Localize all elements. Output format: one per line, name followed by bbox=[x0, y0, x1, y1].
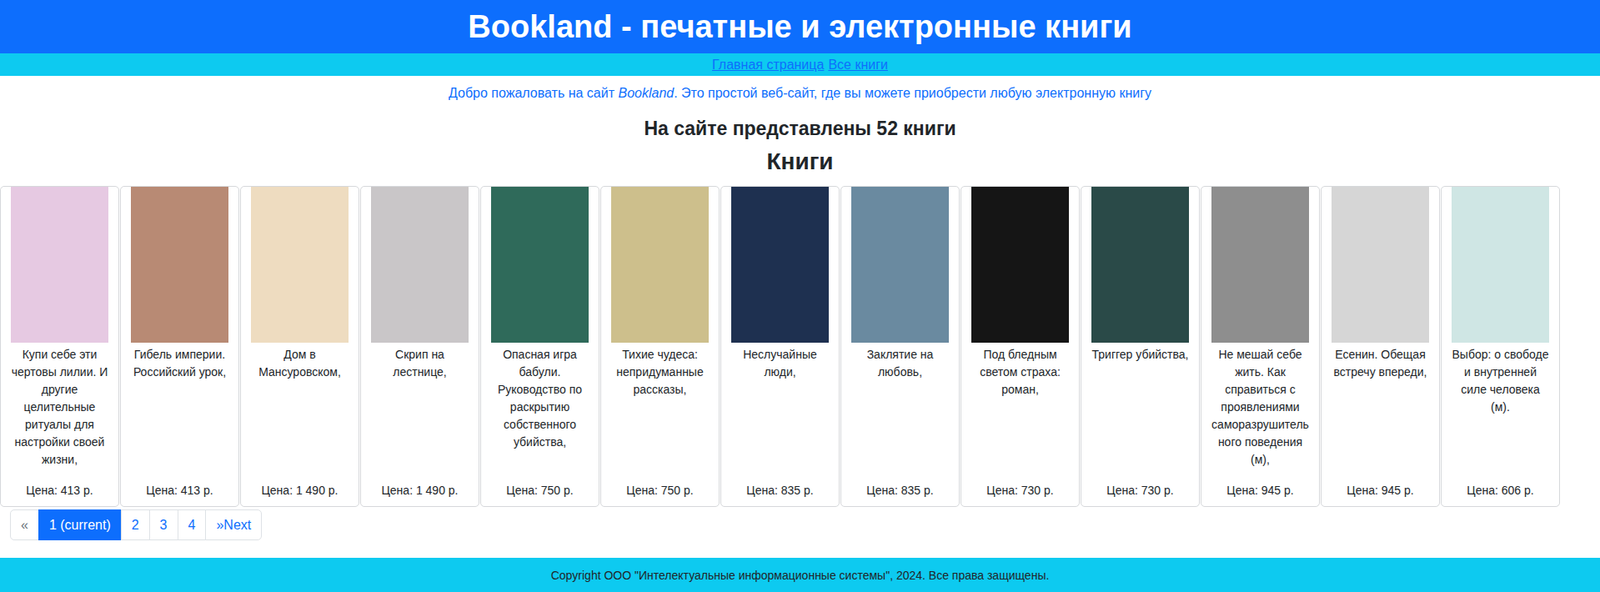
book-title: Скрип на лестнице, bbox=[371, 346, 469, 382]
copyright-text: Copyright ООО "Интелектуальные информаци… bbox=[551, 568, 1050, 582]
book-card[interactable]: Неслучайные люди, Цена: 835 р. bbox=[720, 185, 840, 507]
page-link[interactable]: 3 bbox=[149, 509, 179, 541]
book-price: Цена: 413 р. bbox=[25, 468, 93, 500]
page-link[interactable]: 1 (current) bbox=[38, 509, 122, 541]
book-list: Купи себе эти чертовы лилии. И другие це… bbox=[0, 185, 1600, 507]
book-card[interactable]: Дом в Мансуровском, Цена: 1 490 р. bbox=[240, 185, 360, 507]
book-cover[interactable] bbox=[10, 186, 109, 343]
book-price: Цена: 730 р. bbox=[986, 468, 1054, 500]
site-footer: Copyright ООО "Интелектуальные информаци… bbox=[0, 557, 1600, 592]
book-cover[interactable] bbox=[1211, 186, 1310, 343]
book-title: Неслучайные люди, bbox=[731, 346, 829, 382]
book-title: Под бледным светом страха: роман, bbox=[971, 346, 1069, 399]
book-card[interactable]: Опасная игра бабули. Руководство по раск… bbox=[480, 185, 600, 507]
welcome-brand: Bookland bbox=[617, 85, 674, 101]
nav-bar: Главная страницаВсе книги bbox=[0, 53, 1600, 76]
pagination: «1 (current)234»Next bbox=[10, 509, 1600, 541]
book-cover[interactable] bbox=[611, 186, 709, 343]
book-title: Заклятие на любовь, bbox=[851, 346, 949, 382]
book-title: Тихие чудеса: непридуманные рассказы, bbox=[611, 346, 709, 399]
book-card[interactable]: Скрип на лестнице, Цена: 1 490 р. bbox=[360, 185, 480, 507]
count-heading: На сайте представлены 52 книги bbox=[0, 115, 1600, 141]
book-price: Цена: 750 р. bbox=[626, 468, 693, 500]
book-cover[interactable] bbox=[851, 186, 949, 343]
book-price: Цена: 835 р. bbox=[866, 468, 933, 500]
book-cover[interactable] bbox=[1331, 186, 1430, 343]
book-cover[interactable] bbox=[1451, 186, 1550, 343]
book-card[interactable]: Купи себе эти чертовы лилии. И другие це… bbox=[0, 185, 120, 507]
book-price: Цена: 730 р. bbox=[1106, 468, 1174, 500]
book-title: Опасная игра бабули. Руководство по раск… bbox=[491, 346, 589, 452]
book-cover[interactable] bbox=[250, 186, 349, 343]
site-header: Bookland - печатные и электронные книги bbox=[0, 0, 1600, 54]
page: Bookland - печатные и электронные книги Г… bbox=[0, 0, 1600, 592]
book-card[interactable]: Тихие чудеса: непридуманные рассказы, Цен… bbox=[600, 185, 720, 507]
book-price: Цена: 606 р. bbox=[1466, 468, 1534, 500]
book-title: Есенин. Обещая встречу впереди, bbox=[1331, 346, 1430, 382]
welcome-text: Добро пожаловать на сайт Bookland. Это п… bbox=[0, 84, 1600, 103]
book-card[interactable]: Триггер убийства, Цена: 730 р. bbox=[1080, 185, 1200, 507]
book-card[interactable]: Гибель империи. Российский урок, Цена: 41… bbox=[120, 185, 240, 507]
book-price: Цена: 945 р. bbox=[1226, 468, 1294, 500]
book-price: Цена: 1 490 р. bbox=[260, 468, 338, 500]
book-card[interactable]: Выбор: о свободе и внутренней силе челов… bbox=[1440, 185, 1560, 507]
book-card[interactable]: Есенин. Обещая встречу впереди, Цена: 945… bbox=[1320, 185, 1440, 507]
book-cover[interactable] bbox=[971, 186, 1069, 343]
book-card[interactable]: Заклятие на любовь, Цена: 835 р. bbox=[840, 185, 960, 507]
nav-link[interactable]: Все книги bbox=[827, 57, 888, 73]
page-link: « bbox=[10, 509, 40, 541]
book-title: Гибель империи. Российский урок, bbox=[130, 346, 229, 382]
nav-link[interactable]: Главная страница bbox=[712, 57, 824, 73]
book-price: Цена: 1 490 р. bbox=[381, 468, 458, 500]
book-cover[interactable] bbox=[130, 186, 229, 343]
book-price: Цена: 413 р. bbox=[145, 468, 213, 500]
book-price: Цена: 835 р. bbox=[746, 468, 813, 500]
book-title: Дом в Мансуровском, bbox=[250, 346, 349, 382]
book-title: Триггер убийства, bbox=[1092, 346, 1189, 364]
book-price: Цена: 750 р. bbox=[506, 468, 573, 500]
section-title: Книги bbox=[0, 147, 1600, 176]
book-title: Выбор: о свободе и внутренней силе челов… bbox=[1451, 346, 1550, 417]
book-cover[interactable] bbox=[731, 186, 829, 343]
site-title: Bookland - печатные и электронные книги bbox=[467, 9, 1132, 46]
book-title: Не мешай себе жить. Как справиться с про… bbox=[1211, 346, 1310, 469]
page-link[interactable]: 4 bbox=[177, 509, 207, 541]
book-card[interactable]: Не мешай себе жить. Как справиться с про… bbox=[1200, 185, 1320, 507]
book-title: Купи себе эти чертовы лилии. И другие це… bbox=[10, 346, 109, 469]
book-cover[interactable] bbox=[371, 186, 469, 343]
book-cover[interactable] bbox=[1091, 186, 1189, 343]
book-card[interactable]: Под бледным светом страха: роман, Цена: 7… bbox=[960, 185, 1080, 507]
page-link[interactable]: 2 bbox=[120, 509, 151, 541]
page-link[interactable]: »Next bbox=[205, 509, 262, 541]
book-cover[interactable] bbox=[491, 186, 589, 343]
book-price: Цена: 945 р. bbox=[1346, 468, 1414, 500]
